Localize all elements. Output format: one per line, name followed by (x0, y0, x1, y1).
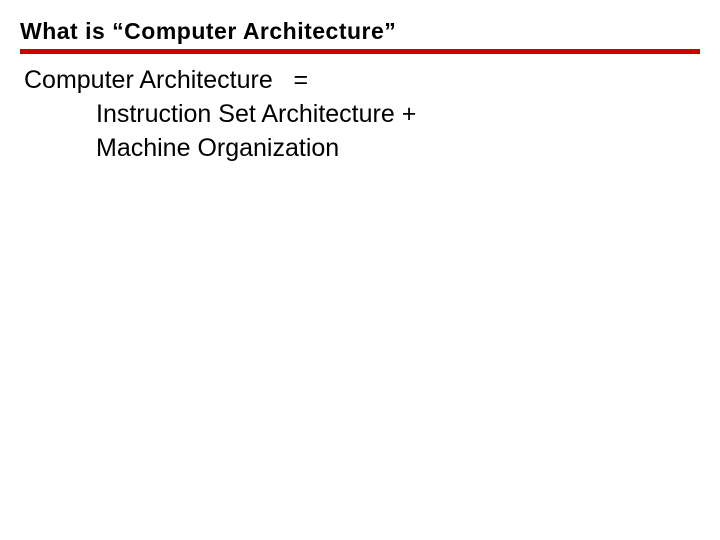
content-line-2: Instruction Set Architecture + (24, 98, 700, 132)
slide-title: What is “Computer Architecture” (20, 18, 700, 54)
content-line-1: Computer Architecture = (24, 64, 700, 98)
content-line-3: Machine Organization (24, 132, 700, 166)
slide-content: Computer Architecture = Instruction Set … (20, 64, 700, 165)
